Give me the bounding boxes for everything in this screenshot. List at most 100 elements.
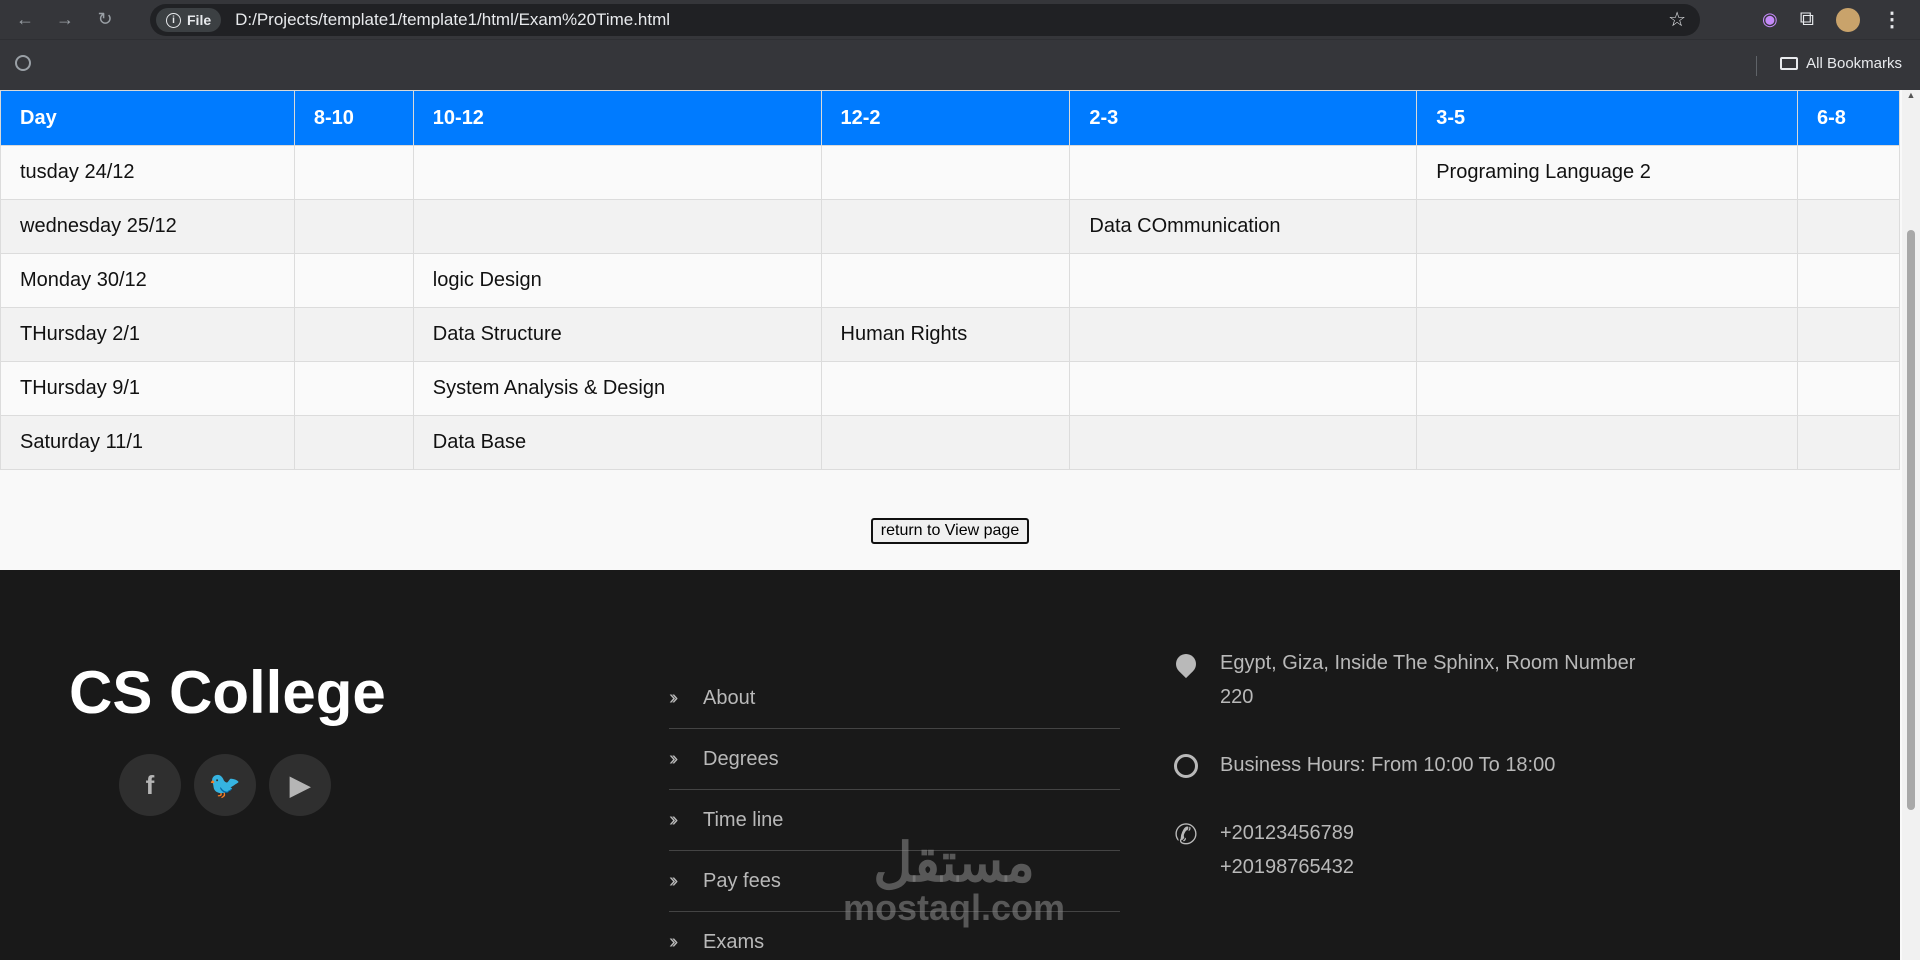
all-bookmarks-button[interactable]: All Bookmarks [1780, 55, 1902, 72]
table-cell [1797, 253, 1900, 308]
table-cell: Saturday 11/1 [0, 415, 295, 470]
table-cell [1797, 361, 1900, 416]
table-header-row: Day 8-10 10-12 12-2 2-3 3-5 6-8 [0, 90, 1900, 146]
table-cell [293, 145, 414, 200]
footer-link-degrees[interactable]: ›› Degrees [669, 729, 1120, 790]
phone-number: +20123456789 [1220, 822, 1355, 844]
file-chip-label: File [187, 12, 212, 28]
table-cell [1069, 415, 1418, 470]
scroll-up-arrow-icon[interactable]: ▲ [1902, 90, 1920, 104]
bookmarks-divider [1756, 56, 1757, 76]
table-cell [820, 415, 1071, 470]
table-cell: System Analysis & Design [412, 361, 822, 416]
address-bar[interactable]: i File D:/Projects/template1/template1/h… [150, 4, 1700, 36]
table-cell [1416, 199, 1798, 254]
double-chevron-right-icon: ›› [669, 869, 678, 892]
table-row: wednesday 25/12 Data COmmunication [0, 199, 1900, 254]
footer-contact: Egypt, Giza, Inside The Sphinx, Room Num… [1170, 646, 1650, 918]
table-cell [293, 199, 414, 254]
youtube-icon[interactable]: ▶ [269, 754, 331, 816]
bookmark-star-icon[interactable]: ☆ [1668, 7, 1686, 32]
url-text[interactable]: D:/Projects/template1/template1/html/Exa… [235, 10, 670, 30]
contact-hours: Business Hours: From 10:00 To 18:00 [1170, 748, 1650, 782]
return-to-view-button[interactable]: return to View page [870, 518, 1030, 544]
double-chevron-right-icon: ›› [669, 808, 678, 831]
table-cell [1069, 361, 1418, 416]
table-cell [1416, 307, 1798, 362]
table-cell [1416, 361, 1798, 416]
contact-address: Egypt, Giza, Inside The Sphinx, Room Num… [1170, 646, 1650, 714]
contact-phones: ✆ +20123456789 +20198765432 [1170, 816, 1650, 884]
table-cell: wednesday 25/12 [0, 199, 295, 254]
table-cell [293, 415, 414, 470]
table-cell [1416, 253, 1798, 308]
footer-link-label: Degrees [703, 747, 779, 770]
table-cell [1797, 415, 1900, 470]
table-row: THursday 2/1 Data Structure Human Rights [0, 307, 1900, 362]
forward-icon[interactable]: → [50, 5, 80, 35]
table-cell: logic Design [412, 253, 822, 308]
table-cell [820, 145, 1071, 200]
footer-link-label: Pay fees [703, 869, 781, 892]
table-cell [293, 307, 414, 362]
back-icon[interactable]: ← [10, 5, 40, 35]
table-row: Monday 30/12 logic Design [0, 253, 1900, 308]
watermark-arabic: مستقل [873, 833, 1035, 893]
facebook-icon[interactable]: f [119, 754, 181, 816]
table-header: 3-5 [1416, 90, 1798, 146]
table-cell [820, 253, 1071, 308]
reload-icon[interactable]: ↻ [90, 5, 120, 35]
info-icon: i [166, 12, 181, 28]
twitter-icon[interactable]: 🐦 [194, 754, 256, 816]
phone-number: +20198765432 [1220, 856, 1355, 878]
table-cell [820, 361, 1071, 416]
return-button-container: return to View page [0, 518, 1900, 572]
folder-icon [1780, 57, 1799, 70]
table-row: THursday 9/1 System Analysis & Design [0, 361, 1900, 416]
extension-brain-icon[interactable]: ◉ [1762, 9, 1778, 30]
table-header: Day [0, 90, 295, 146]
footer-link-about[interactable]: ›› About [669, 668, 1120, 729]
table-cell [820, 199, 1071, 254]
double-chevron-right-icon: ›› [669, 747, 678, 770]
bookmarks-bar: All Bookmarks [0, 39, 1920, 91]
location-pin-icon [1171, 649, 1201, 679]
table-cell: Human Rights [820, 307, 1071, 362]
table-header: 6-8 [1797, 90, 1900, 146]
table-cell [1069, 145, 1418, 200]
table-cell [293, 361, 414, 416]
table-cell [293, 253, 414, 308]
table-cell: THursday 2/1 [0, 307, 295, 362]
double-chevron-right-icon: ›› [669, 930, 678, 953]
table-cell [1069, 253, 1418, 308]
address-text: Egypt, Giza, Inside The Sphinx, Room Num… [1220, 652, 1636, 708]
hours-text: Business Hours: From 10:00 To 18:00 [1220, 754, 1556, 776]
footer-link-label: Time line [703, 808, 784, 831]
browser-menu-icon[interactable]: ⋮ [1882, 7, 1902, 32]
table-cell: Data Structure [412, 307, 822, 362]
social-links: f 🐦 ▶ [119, 754, 331, 816]
table-cell: Data COmmunication [1069, 199, 1418, 254]
site-info-chip[interactable]: i File [156, 8, 222, 32]
phone-icon: ✆ [1174, 819, 1198, 850]
scroll-thumb[interactable] [1907, 230, 1915, 810]
table-cell: Programing Language 2 [1416, 145, 1798, 200]
watermark-latin: mostaql.com [843, 887, 1066, 928]
table-header: 12-2 [820, 90, 1071, 146]
table-row: Saturday 11/1 Data Base [0, 415, 1900, 470]
globe-icon[interactable] [15, 55, 31, 71]
clock-icon [1174, 754, 1198, 778]
profile-avatar[interactable] [1836, 7, 1860, 32]
all-bookmarks-label: All Bookmarks [1806, 55, 1902, 72]
table-cell: THursday 9/1 [0, 361, 295, 416]
page-viewport: Day 8-10 10-12 12-2 2-3 3-5 6-8 tusday 2… [0, 90, 1920, 960]
browser-toolbar: ← → ↻ i File D:/Projects/template1/templ… [0, 0, 1920, 39]
table-cell [1416, 415, 1798, 470]
extensions-puzzle-icon[interactable]: ⧉ [1800, 8, 1814, 31]
table-cell [1069, 307, 1418, 362]
table-cell: Data Base [412, 415, 822, 470]
page-scrollbar[interactable]: ▲ [1902, 90, 1920, 960]
table-cell: tusday 24/12 [0, 145, 295, 200]
footer-link-label: Exams [703, 930, 765, 953]
table-cell [1797, 307, 1900, 362]
